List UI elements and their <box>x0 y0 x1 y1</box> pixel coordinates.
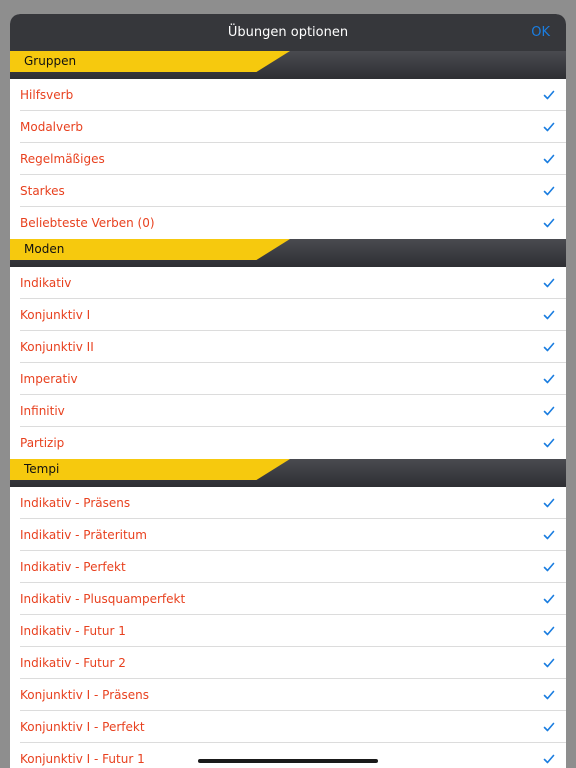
section-header-gruppen: Gruppen <box>10 51 566 79</box>
options-sheet: Übungen optionen OK Gruppen Hilfsverb Moda… <box>10 14 566 768</box>
section-tab: Tempi <box>10 459 290 480</box>
list-item[interactable]: Konjunktiv I - Präsens <box>10 679 566 711</box>
list-item-label: Infinitiv <box>20 404 65 418</box>
list-item-label: Indikativ - Präteritum <box>20 528 147 542</box>
section-header-moden: Moden <box>10 239 566 267</box>
list-item-label: Indikativ - Perfekt <box>20 560 126 574</box>
section-label: Gruppen <box>24 54 77 68</box>
checkmark-icon <box>543 278 555 288</box>
list-item-label: Indikativ - Futur 1 <box>20 624 126 638</box>
list-item[interactable]: Indikativ - Präsens <box>10 487 566 519</box>
checkmark-icon <box>543 186 555 196</box>
list-item-label: Konjunktiv I - Perfekt <box>20 720 145 734</box>
checkmark-icon <box>543 658 555 668</box>
checkmark-icon <box>543 90 555 100</box>
list-item-label: Indikativ - Präsens <box>20 496 131 510</box>
navigation-bar: Übungen optionen OK <box>10 14 566 51</box>
checkmark-icon <box>543 498 555 508</box>
list-item-label: Partizip <box>20 436 65 450</box>
checkmark-icon <box>543 218 555 228</box>
list-item[interactable]: Indikativ - Perfekt <box>10 551 566 583</box>
list-item[interactable]: Konjunktiv I - Futur 1 <box>10 743 566 768</box>
list-item-label: Konjunktiv II <box>20 340 94 354</box>
list-item[interactable]: Indikativ - Plusquamperfekt <box>10 583 566 615</box>
list-item[interactable]: Partizip <box>10 427 566 459</box>
list-item[interactable]: Konjunktiv I - Perfekt <box>10 711 566 743</box>
checkmark-icon <box>543 754 555 764</box>
checkmark-icon <box>543 122 555 132</box>
list-item-label: Starkes <box>20 184 65 198</box>
checkmark-icon <box>543 626 555 636</box>
checkmark-icon <box>543 406 555 416</box>
list-item[interactable]: Starkes <box>10 175 566 207</box>
checkmark-icon <box>543 530 555 540</box>
section-label: Moden <box>24 242 65 256</box>
section-tab: Moden <box>10 239 290 260</box>
page-title: Übungen optionen <box>227 25 349 40</box>
list-item[interactable]: Indikativ - Futur 2 <box>10 647 566 679</box>
list-item-label: Regelmäßiges <box>20 152 105 166</box>
list-item[interactable]: Indikativ - Präteritum <box>10 519 566 551</box>
options-list: Gruppen Hilfsverb Modalverb Regelmäßiges Sta… <box>10 51 566 768</box>
list-item-label: Konjunktiv I - Präsens <box>20 688 149 702</box>
list-item[interactable]: Imperativ <box>10 363 566 395</box>
list-item[interactable]: Regelmäßiges <box>10 143 566 175</box>
list-item-label: Indikativ <box>20 276 72 290</box>
checkmark-icon <box>543 594 555 604</box>
checkmark-icon <box>543 374 555 384</box>
list-item-label: Hilfsverb <box>20 88 74 102</box>
list-item-label: Beliebteste Verben (0) <box>20 216 155 230</box>
checkmark-icon <box>543 310 555 320</box>
checkmark-icon <box>543 690 555 700</box>
list-item-label: Konjunktiv I <box>20 308 91 322</box>
list-item[interactable]: Indikativ <box>10 267 566 299</box>
list-item[interactable]: Infinitiv <box>10 395 566 427</box>
list-item-label: Indikativ - Plusquamperfekt <box>20 592 186 606</box>
list-item[interactable]: Modalverb <box>10 111 566 143</box>
section-label: Tempi <box>24 462 60 476</box>
checkmark-icon <box>543 562 555 572</box>
checkmark-icon <box>543 438 555 448</box>
list-item[interactable]: Hilfsverb <box>10 79 566 111</box>
checkmark-icon <box>543 722 555 732</box>
section-header-tempi: Tempi <box>10 459 566 487</box>
list-item[interactable]: Konjunktiv II <box>10 331 566 363</box>
list-item[interactable]: Konjunktiv I <box>10 299 566 331</box>
list-item[interactable]: Beliebteste Verben (0) <box>10 207 566 239</box>
checkmark-icon <box>543 154 555 164</box>
home-indicator <box>198 759 378 763</box>
checkmark-icon <box>543 342 555 352</box>
ok-button[interactable]: OK <box>531 14 550 51</box>
section-tab: Gruppen <box>10 51 290 72</box>
list-item[interactable]: Indikativ - Futur 1 <box>10 615 566 647</box>
list-item-label: Modalverb <box>20 120 84 134</box>
list-item-label: Indikativ - Futur 2 <box>20 656 126 670</box>
list-item-label: Konjunktiv I - Futur 1 <box>20 752 145 766</box>
list-item-label: Imperativ <box>20 372 78 386</box>
